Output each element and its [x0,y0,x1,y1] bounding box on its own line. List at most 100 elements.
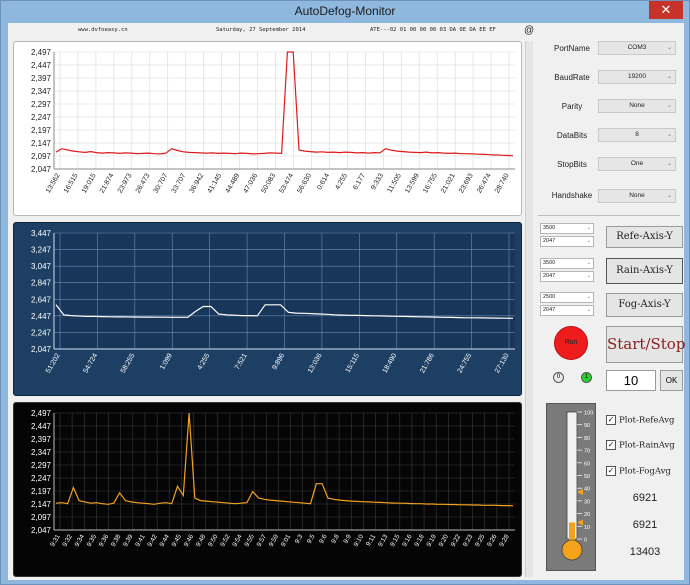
fog-x-tick-label: 9:35 [86,533,99,548]
refe-x-tick-label: 44:489 [225,172,242,194]
refe-x-tick-label: 33:707 [171,172,188,194]
interval-input[interactable]: 10 [606,370,656,391]
refe-y-tick-label: 2,247 [31,113,52,122]
thermometer-tick-label: 0 [584,538,587,544]
fog-axis-min[interactable]: 2047 ⌄ [540,305,594,316]
checkbox-box[interactable]: ✓ [606,415,616,425]
databits-select[interactable]: 8 ⌄ [598,128,676,142]
checkbox-box[interactable]: ✓ [606,440,616,450]
title-bar[interactable]: AutoDefog-Monitor ✕ [1,1,689,23]
refe-x-tick-label: 30:707 [153,172,170,194]
fog-x-tick-label: 9:11 [365,533,377,547]
divider [538,215,680,216]
fog-axis-max[interactable]: 2500 ⌄ [540,292,594,303]
fog-x-tick-label: 9:39 [122,533,135,548]
packet-label: ATE---02 01 00 00 00 03 DA 0E DA EE EF [370,27,496,33]
refe-x-tick-label: 41:145 [207,172,224,194]
fog-x-tick-label: 9:28 [498,533,511,548]
run-indicator[interactable]: Run [554,326,588,360]
fog-x-tick-label: 9:3 [294,533,305,545]
refe-axis-y-button[interactable]: Refe-Axis-Y [606,226,683,248]
fog-y-tick-label: 2,447 [31,422,52,431]
fog-y-tick-label: 2,397 [31,435,52,444]
fog-axis-y-button[interactable]: Fog-Axis-Y [606,293,683,317]
rain-axis-max-value: 3500 [543,260,556,266]
refe-y-tick-label: 2,347 [31,87,52,96]
thermometer-bulb [561,539,583,561]
fog-x-tick-label: 9:50 [207,533,220,548]
databits-value: 8 [635,131,639,138]
rain-axis-y-button[interactable]: Rain-Axis-Y [606,258,683,284]
refe-axis-min[interactable]: 2047 ⌄ [540,236,594,247]
handshake-value: None [629,192,645,199]
portname-select[interactable]: COM3 ⌄ [598,41,676,55]
parity-label: Parity [561,102,583,111]
thermometer-level-marker [577,519,583,526]
refe-x-tick-label: 13:599 [404,172,421,194]
handshake-label: Handshake [551,191,593,200]
at-symbol: @ [524,25,535,36]
stopbits-select[interactable]: One ⌄ [598,157,676,171]
refe-y-tick-label: 2,197 [31,126,52,135]
checkbox-box[interactable]: ✓ [606,466,616,476]
portname-label: PortName [553,44,590,53]
refe-x-tick-label: 47:036 [243,172,260,194]
refe-x-tick-label: 23:693 [458,172,475,194]
parity-select[interactable]: None ⌄ [598,99,676,113]
refe-axis-max[interactable]: 3500 ⌄ [540,223,594,234]
parity-value: None [629,102,645,109]
refe-x-tick-label: 56:630 [296,172,313,194]
refe-chart: 2,497 2,447 2,397 2,347 2,297 2,247 2,197 2,147… [13,41,522,216]
fog-x-tick-label: 9:46 [183,533,196,548]
portname-value: COM3 [627,44,647,51]
plot-rainavg-checkbox[interactable]: ✓ Plot-RainAvg [606,440,675,451]
rain-x-tick-label: 1:099 [159,352,174,371]
date-label: Saturday, 27 September 2014 [216,27,306,33]
handshake-select[interactable]: None ⌄ [598,189,676,203]
rain-x-tick-label: 51:202 [45,352,62,374]
close-button[interactable]: ✕ [649,1,683,19]
plot-refeavg-checkbox[interactable]: ✓ Plot-RefeAvg [606,415,675,426]
fog-y-tick-label: 2,147 [31,500,52,509]
rain-axis-min[interactable]: 2047 ⌄ [540,271,594,282]
plot-fogavg-checkbox[interactable]: ✓ Plot-FogAvg [606,466,671,477]
rain-y-tick-label: 2,847 [31,279,52,288]
rain-y-tick-label: 3,047 [31,262,52,271]
thermometer-tick-label: 40 [584,487,590,493]
thermometer-tube [566,411,578,540]
rain-x-tick-label: 18:490 [382,352,399,374]
refe-x-tick-label: 21:874 [99,172,116,194]
baudrate-select[interactable]: 19200 ⌄ [598,70,676,84]
fog-series-line [55,412,514,507]
chevron-down-icon: ⌄ [586,273,591,279]
info-bar: www.dvfoeasy.cn Saturday, 27 September 2… [8,25,528,39]
fog-x-tick-label: 9:48 [195,533,208,548]
refe-y-tick-label: 2,047 [31,165,52,174]
refe-x-tick-label: 9:333 [370,172,385,191]
fog-x-tick-label: 9:54 [231,533,244,548]
refe-x-tick-label: 6:177 [352,172,367,191]
ok-button[interactable]: OK [660,370,683,391]
fog-x-tick-label: 9:01 [280,533,293,548]
fog-y-tick-label: 2,047 [31,526,52,535]
fog-x-tick-label: 9:20 [438,533,451,548]
fog-x-tick-label: 9:59 [268,533,281,548]
rain-axis-max[interactable]: 3500 ⌄ [540,258,594,269]
fog-x-tick-label: 9:22 [450,533,463,548]
start-stop-button[interactable]: Start/Stop [606,326,685,363]
refe-x-tick-label: 19:015 [81,172,98,194]
fog-y-tick-label: 2,197 [31,487,52,496]
chevron-down-icon: ⌄ [666,74,672,80]
refe-x-tick-label: 28:740 [494,172,511,194]
refe-average-value: 6921 [632,492,658,504]
chevron-down-icon: ⌄ [666,161,672,167]
thermometer-tick-label: 10 [584,525,590,531]
refe-x-tick-label: 0:614 [316,172,331,191]
fog-average-value: 13403 [629,546,661,558]
thermometer-svg: 1009080706050403020100 [561,411,593,561]
fog-x-tick-label: 9:44 [159,533,172,548]
fog-x-tick-label: 9:32 [61,533,74,548]
fog-x-tick-label: 9:19 [426,533,439,548]
refe-axis-max-value: 3500 [543,225,556,231]
vertical-scrollbar[interactable] [525,41,533,577]
